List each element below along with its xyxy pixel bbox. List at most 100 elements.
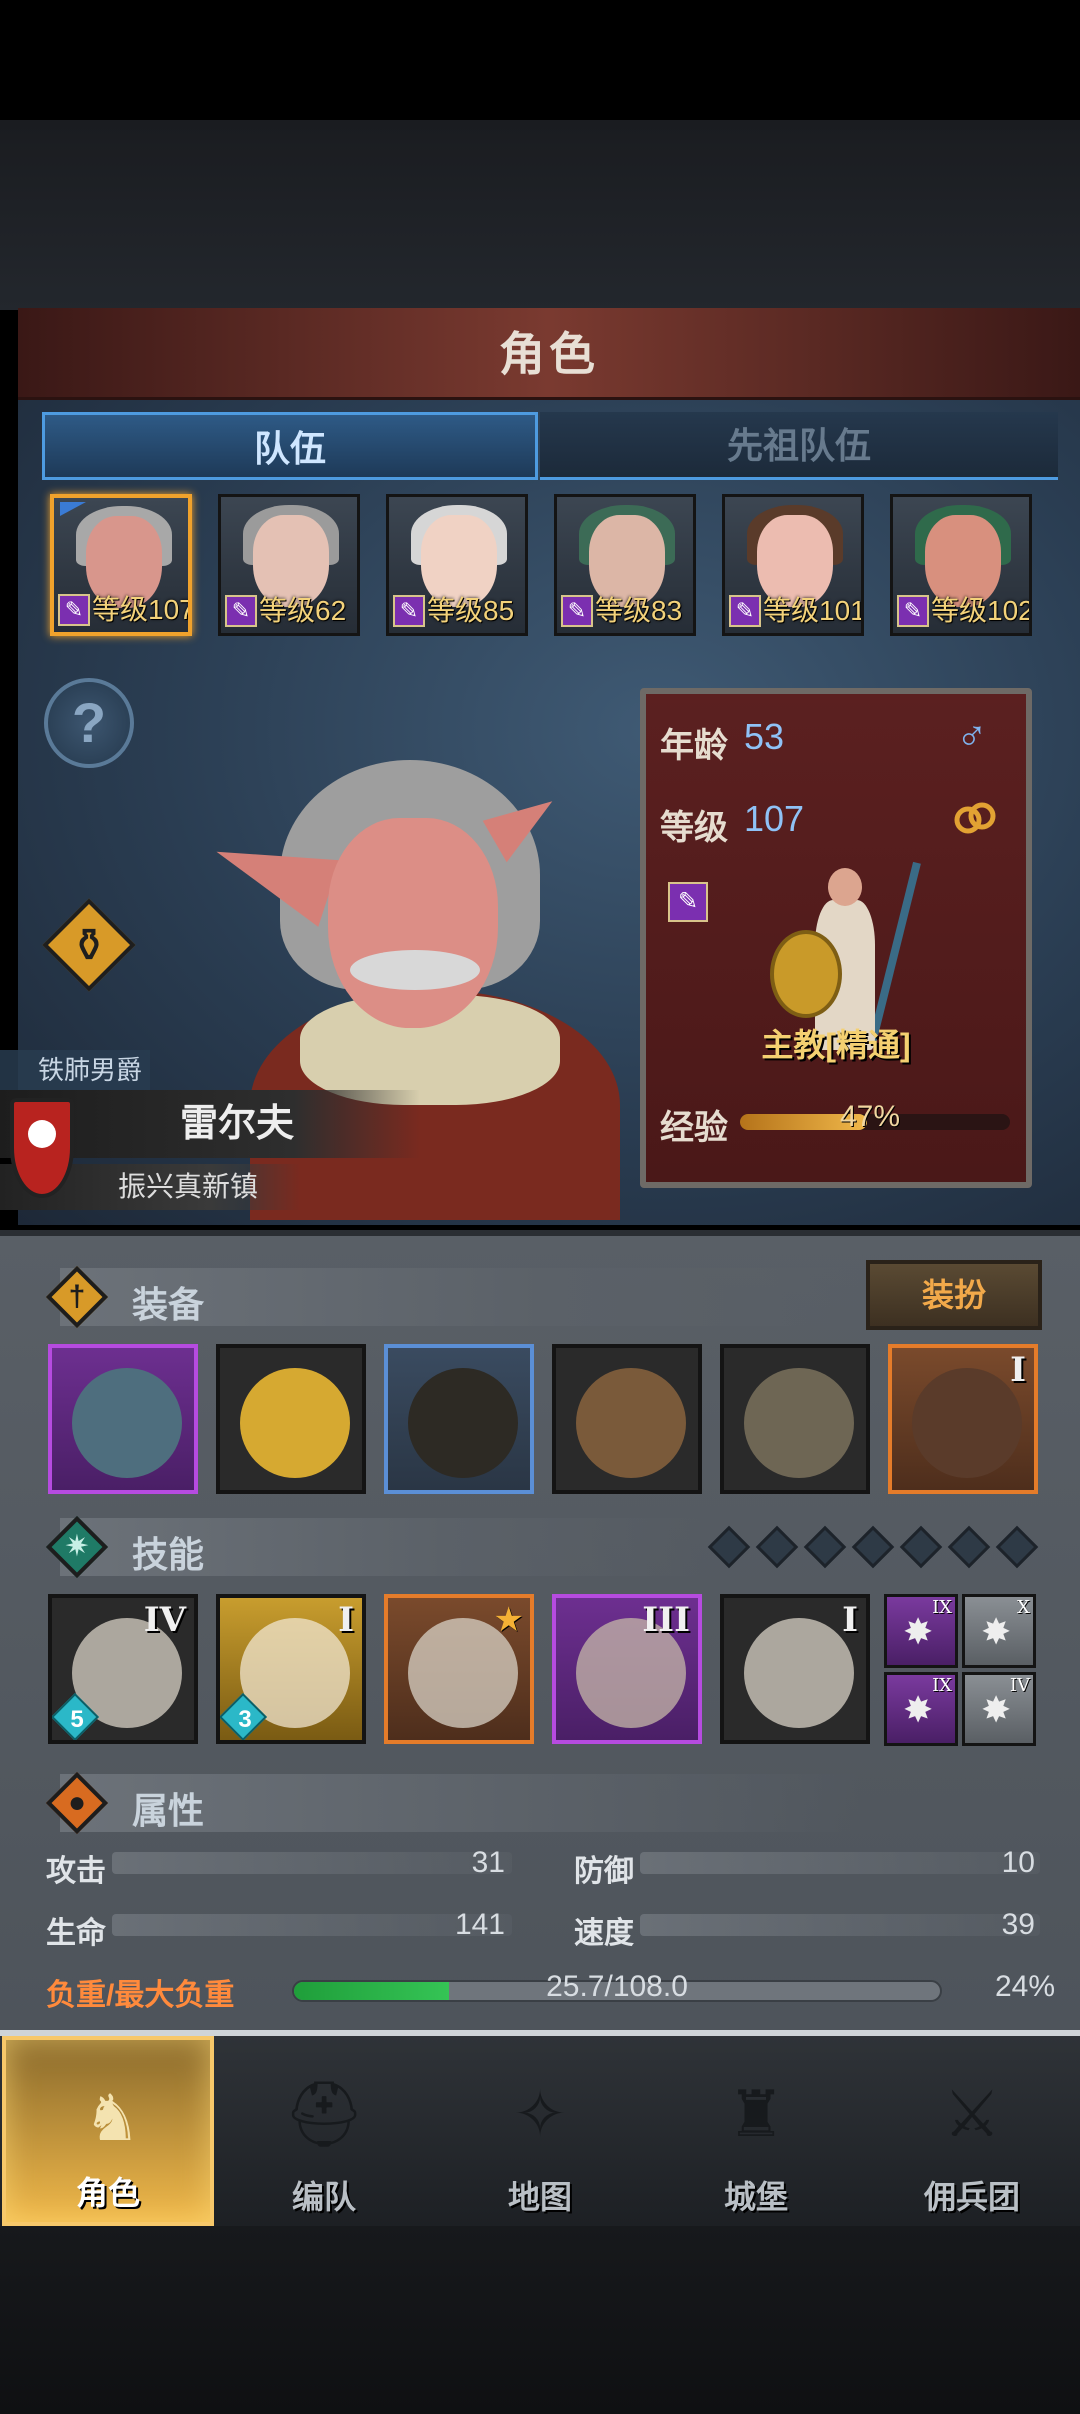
top-background [0,120,1080,310]
boots-icon [744,1368,854,1478]
helmet-icon: ⛑ [283,2078,365,2150]
knight-icon: ♞ [83,2082,141,2154]
skill-slot[interactable]: I [720,1594,870,1744]
sword-icon: † [68,1280,86,1313]
skill-gem-count: 5 [70,1706,84,1733]
mercenary-icon: ⚔ [943,2078,1001,2150]
load-label: 负重/最大负重 [46,1979,235,2012]
skill-gem-count: 3 [238,1706,252,1733]
skills-label: 技能 [132,1534,205,1575]
potion-button[interactable]: ⚱ [42,898,136,992]
burst-icon: ✸ [981,1611,1012,1652]
party-member-portrait[interactable]: ✎ 等级62 [218,494,360,636]
male-icon: ♂ [956,712,988,759]
nav-compass[interactable]: ✧ 地图 [434,2036,646,2226]
equip-slot-book[interactable]: I [888,1344,1038,1494]
class-staff-icon: ✎ [58,594,90,626]
level-label: 等级 [660,809,728,847]
page-title: 角色 [499,328,599,380]
skill-rank: III [642,1600,690,1640]
passive-rank: IX [932,1675,952,1696]
header-banner: 角色 [18,308,1080,400]
party-member-portrait[interactable]: ✎ 等级101 [722,494,864,636]
defense-label: 防御 [574,1855,634,1888]
skill-slot[interactable]: IV 5 [48,1594,198,1744]
hero-face [328,818,498,1028]
compass-icon: ✧ [513,2078,567,2150]
tab-ancestor-team[interactable]: 先祖队伍 [540,412,1058,480]
character-name[interactable]: 雷尔夫 [180,1090,380,1158]
load-percent: 24% [994,1970,1055,2003]
tunic-icon [576,1368,686,1478]
burst-icon: ✸ [903,1611,934,1652]
nav-label: 地图 [507,2179,572,2215]
book-icon [912,1368,1022,1478]
exp-percent: 47% [839,1100,901,1133]
speed-label: 速度 [574,1917,634,1950]
class-staff-icon: ✎ [225,595,257,627]
load-value: 25.7/108.0 [546,1970,688,2003]
party-member-portrait[interactable]: ✎ 等级102 [890,494,1032,636]
ring-icon[interactable] [952,798,998,838]
tab-team[interactable]: 队伍 [42,412,538,480]
heraldry-shield-icon [10,1098,74,1198]
passive-skill-slot[interactable]: ✸ IV [962,1672,1036,1746]
member-level: 等级107 [92,594,192,625]
golden-shield-icon [240,1368,350,1478]
age-label: 年龄 [660,727,728,765]
party-member-portrait[interactable]: ✎ 等级85 [386,494,528,636]
skills-section-icon: ✷ [45,1515,109,1579]
burst-icon: ✸ [981,1689,1012,1730]
passive-rank: IV [1009,1675,1030,1696]
class-staff-icon: ✎ [897,595,929,627]
bottom-background [0,2226,1080,2414]
party-member-portrait[interactable]: ✎ 等级107 [50,494,192,636]
skill-slot[interactable]: I3 [216,1594,366,1744]
dress-up-button[interactable]: 装扮 [866,1260,1042,1330]
equipment-section-icon: † [45,1265,109,1329]
character-title: 铁肺男爵 [0,1050,150,1090]
attack-value: 31 [471,1846,505,1879]
castle-icon: ♜ [727,2078,785,2150]
skill-rank: IV [143,1600,186,1640]
figure-shield [770,930,842,1018]
skill-slot[interactable]: III [552,1594,702,1744]
passive-skill-slot[interactable]: ✸ IX [884,1594,958,1668]
attack-label: 攻击 [46,1855,106,1888]
equipment-label: 装备 [132,1284,205,1325]
equip-slot-golden-shield[interactable] [216,1344,366,1494]
nav-mercenary[interactable]: ⚔ 佣兵团 [866,2036,1078,2226]
passive-skill-slot[interactable]: ✸ X [962,1594,1036,1668]
nav-knight[interactable]: ♞ 角色 [2,2036,214,2226]
skill-slot[interactable]: ★ [384,1594,534,1744]
star-burst-icon: ✷ [64,1530,90,1563]
member-level: 等级102 [931,595,1032,626]
hp-label: 生命 [46,1917,106,1950]
equip-slot-staff[interactable] [48,1344,198,1494]
class-staff-icon: ✎ [668,882,708,922]
character-town: 振兴真新镇 [118,1171,259,1202]
nav-castle[interactable]: ♜ 城堡 [650,2036,862,2226]
help-icon[interactable]: ? [44,678,134,768]
nav-label: 角色 [75,2175,140,2211]
member-level: 等级62 [259,595,347,626]
equip-slot-hood[interactable] [384,1344,534,1494]
skill-star-icon: ★ [493,1601,524,1639]
nav-helmet[interactable]: ⛑ 编队 [218,2036,430,2226]
exp-label: 经验 [660,1109,728,1147]
hood-icon [408,1368,518,1478]
level-value: 107 [744,798,805,839]
passive-rank: IX [932,1597,952,1618]
leader-flag-icon [60,502,86,516]
figure-head [828,868,862,906]
passive-rank: X [1017,1597,1030,1618]
hero-mustache [350,950,480,990]
party-member-portrait[interactable]: ✎ 等级83 [554,494,696,636]
equip-slot-boots[interactable] [720,1344,870,1494]
passive-skill-slot[interactable]: ✸ IX [884,1672,958,1746]
equip-slot-tunic[interactable] [552,1344,702,1494]
defense-value: 10 [1001,1846,1035,1879]
attributes-section-icon: ● [45,1771,109,1835]
speed-value: 39 [1001,1908,1035,1941]
age-value: 53 [744,716,785,757]
